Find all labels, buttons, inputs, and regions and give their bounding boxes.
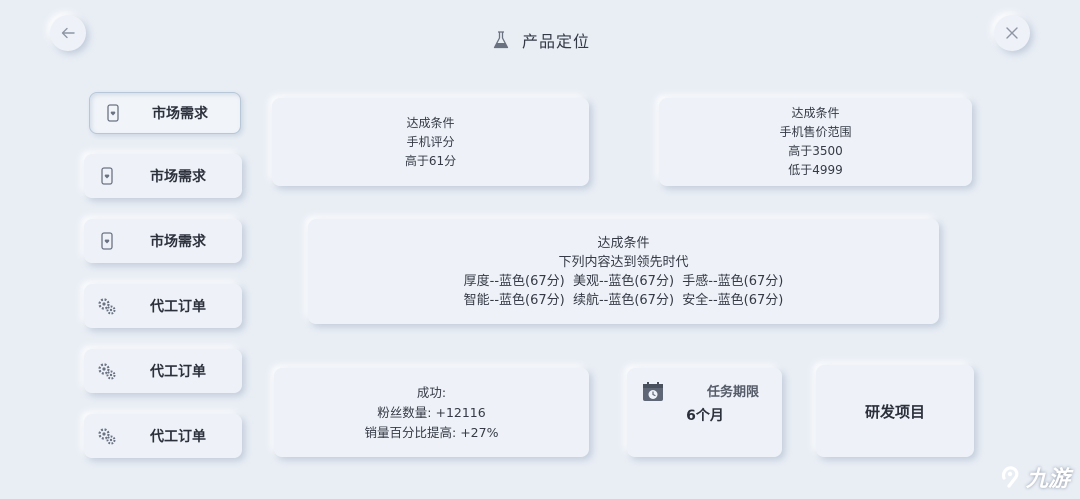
condition-heading: 达成条件 xyxy=(406,115,455,130)
condition-line: 手机售价范围 xyxy=(779,125,852,139)
develop-project-label: 研发项目 xyxy=(864,402,925,421)
condition-line: 手机评分 xyxy=(406,134,455,149)
condition-card-score: 达成条件 手机评分 高于61分 xyxy=(272,98,589,186)
watermark-text: 九游 xyxy=(1025,467,1070,492)
sidebar-item-label: 市场需求 xyxy=(150,234,206,250)
sidebar-item-label: 代工订单 xyxy=(150,429,206,445)
reward-card: 成功: 粉丝数量: +12116 销量百分比提高: +27% xyxy=(274,368,589,457)
sidebar-item-market-demand-2[interactable]: 市场需求 xyxy=(84,154,242,198)
sidebar-item-label: 市场需求 xyxy=(150,169,206,185)
condition-line: 高于3500 xyxy=(788,144,843,158)
condition-card-specs: 达成条件 下列内容达到领先时代 厚度--蓝色(67分) 美观--蓝色(67分) … xyxy=(308,219,939,324)
condition-heading: 达成条件 xyxy=(597,235,650,251)
deadline-value: 6个月 xyxy=(686,408,724,424)
condition-line: 高于61分 xyxy=(404,153,457,168)
sidebar-item-label: 代工订单 xyxy=(150,299,206,315)
sidebar-item-oem-order-3[interactable]: 代工订单 xyxy=(84,414,242,458)
page-header: 产品定位 xyxy=(0,24,1080,56)
sidebar-item-oem-order-2[interactable]: 代工订单 xyxy=(84,349,242,393)
deadline-card: 任务期限 6个月 xyxy=(627,368,782,457)
nine-game-logo-icon xyxy=(1001,466,1019,488)
reward-line: 销量百分比提高: +27% xyxy=(364,424,499,440)
flask-icon xyxy=(493,31,509,49)
deadline-label: 任务期限 xyxy=(706,385,759,400)
condition-heading: 达成条件 xyxy=(791,106,840,120)
condition-line: 厚度--蓝色(67分) 美观--蓝色(67分) 手感--蓝色(67分) xyxy=(463,273,784,289)
page-title: 产品定位 xyxy=(521,32,590,51)
reward-line: 粉丝数量: +12116 xyxy=(377,404,486,420)
sidebar-item-label: 代工订单 xyxy=(150,364,206,380)
condition-line: 智能--蓝色(67分) 续航--蓝色(67分) 安全--蓝色(67分) xyxy=(463,292,784,308)
reward-heading: 成功: xyxy=(416,384,447,400)
sidebar-item-oem-order-1[interactable]: 代工订单 xyxy=(84,284,242,328)
sidebar-item-market-demand-3[interactable]: 市场需求 xyxy=(84,219,242,263)
calendar-clock-icon xyxy=(641,380,665,408)
condition-card-price: 达成条件 手机售价范围 高于3500 低于4999 xyxy=(659,98,972,186)
sidebar-item-market-demand-1[interactable]: 市场需求 xyxy=(89,92,241,134)
condition-line: 低于4999 xyxy=(788,163,843,177)
sidebar-item-label: 市场需求 xyxy=(152,106,208,122)
watermark-logo: 九游 xyxy=(998,461,1070,493)
product-positioning-screen: 产品定位 市场需求 市场需求 市场需求 代工订单 代工订单 代工订单 达成条件 … xyxy=(0,0,1080,499)
develop-project-button[interactable]: 研发项目 xyxy=(816,365,974,457)
condition-line: 下列内容达到领先时代 xyxy=(558,254,689,270)
